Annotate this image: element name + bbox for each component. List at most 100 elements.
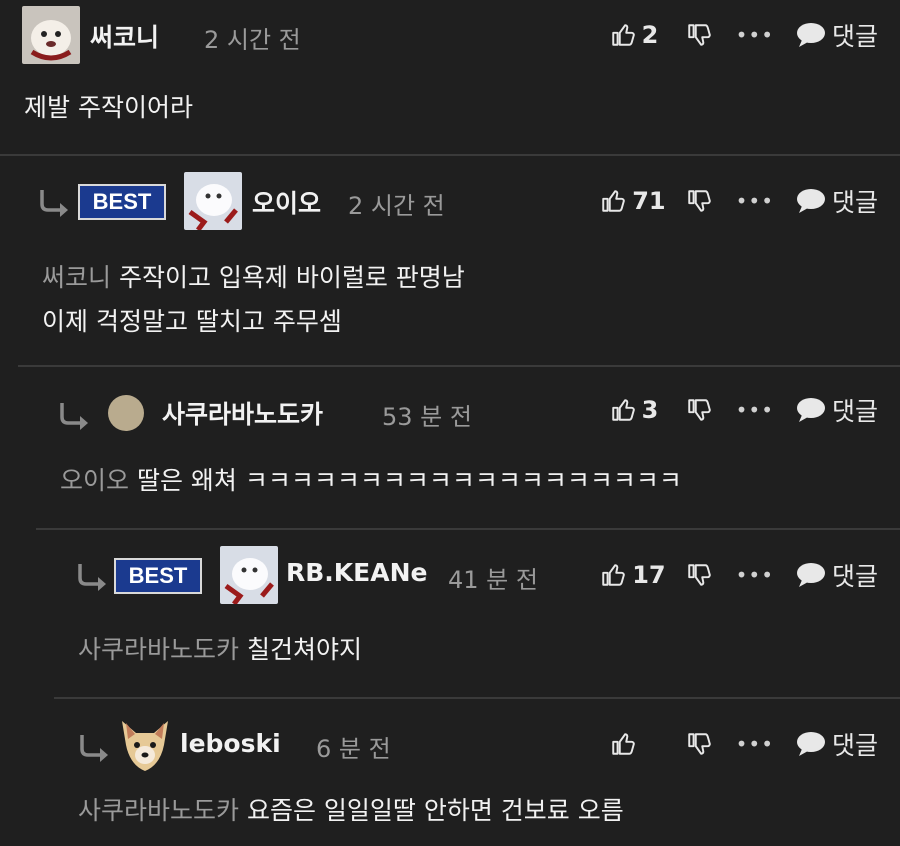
comment-body: 사쿠라바노도카 요즘은 일일일딸 안하면 건보료 오름 — [78, 789, 624, 833]
comment-header: BEST 오이오 2 시간 전 71 ••• 댓글 — [0, 166, 900, 236]
reply-label: 댓글 — [831, 397, 878, 426]
dislike-button[interactable] — [686, 188, 712, 214]
comment-header: 사쿠라바노도카 53 분 전 3 ••• 댓글 — [18, 375, 900, 445]
thumbs-down-icon — [687, 399, 711, 421]
thumbs-down-icon — [687, 733, 711, 755]
reply-button[interactable]: 댓글 — [796, 17, 878, 53]
comment-text-line: 사쿠라바노도카 요즘은 일일일딸 안하면 건보료 오름 — [78, 789, 624, 833]
comment-text: 딸은 왜쳐 ㅋㅋㅋㅋㅋㅋㅋㅋㅋㅋㅋㅋㅋㅋㅋㅋㅋㅋㅋ — [136, 466, 682, 495]
best-badge: BEST — [78, 184, 166, 220]
comment-body: 제발 주작이어라 — [24, 86, 193, 130]
speech-bubble-icon — [796, 563, 825, 587]
comment-actions: 3 ••• 댓글 — [610, 375, 878, 445]
like-button[interactable]: 3 — [610, 396, 666, 424]
dislike-button[interactable] — [686, 562, 712, 588]
speech-bubble-icon — [796, 189, 825, 213]
comment-header: leboski 6 분 전 ••• 댓글 — [54, 709, 900, 779]
mention[interactable]: 오이오 — [60, 466, 129, 495]
best-badge: BEST — [114, 558, 202, 594]
comment-text-line: 사쿠라바노도카 칠건쳐야지 — [78, 628, 362, 672]
comment-body: 오이오 딸은 왜쳐 ㅋㅋㅋㅋㅋㅋㅋㅋㅋㅋㅋㅋㅋㅋㅋㅋㅋㅋㅋ — [60, 459, 682, 503]
thumbs-up-icon — [611, 733, 635, 755]
like-count: 71 — [632, 187, 666, 215]
reply-button[interactable]: 댓글 — [796, 726, 878, 762]
comment-actions: 2 ••• 댓글 — [610, 0, 878, 70]
reply-label: 댓글 — [831, 562, 878, 591]
reply-label: 댓글 — [831, 731, 878, 760]
thumbs-up-icon — [602, 564, 625, 586]
more-options-icon[interactable]: ••• — [736, 732, 774, 756]
comment-header: BEST RB.KEANe 41 분 전 17 ••• 댓글 — [36, 540, 900, 610]
dislike-button[interactable] — [686, 22, 712, 48]
comment: BEST RB.KEANe 41 분 전 17 ••• 댓글 사쿠라바노도카 칠… — [36, 528, 900, 698]
like-button[interactable]: 71 — [600, 187, 666, 215]
comment: 써코니 2 시간 전 2 ••• 댓글 제발 주작이어라 — [0, 0, 900, 155]
timestamp: 6 분 전 — [316, 735, 391, 763]
speech-bubble-icon — [796, 732, 825, 756]
timestamp: 2 시간 전 — [348, 192, 445, 220]
thumbs-down-icon — [687, 24, 711, 46]
avatar[interactable] — [220, 546, 278, 604]
more-options-icon[interactable]: ••• — [736, 398, 774, 422]
comment: 사쿠라바노도카 53 분 전 3 ••• 댓글 오이오 딸은 왜쳐 ㅋㅋㅋㅋㅋㅋ… — [18, 365, 900, 529]
timestamp: 2 시간 전 — [204, 26, 301, 54]
comment-body: 사쿠라바노도카 칠건쳐야지 — [78, 628, 362, 672]
like-button[interactable] — [610, 731, 666, 757]
timestamp: 53 분 전 — [382, 403, 472, 431]
more-options-icon[interactable]: ••• — [736, 563, 774, 587]
reply-arrow-icon — [78, 564, 106, 591]
comment-text-line: 제발 주작이어라 — [24, 93, 193, 122]
speech-bubble-icon — [796, 23, 825, 47]
avatar[interactable] — [22, 6, 80, 64]
comment-header: 써코니 2 시간 전 2 ••• 댓글 — [0, 0, 900, 70]
comment-thread: 써코니 2 시간 전 2 ••• 댓글 제발 주작이어라 BEST 오이오 2 … — [0, 0, 900, 846]
reply-button[interactable]: 댓글 — [796, 557, 878, 593]
comment-text: 주작이고 입욕제 바이럴로 판명남 — [118, 263, 465, 292]
dislike-button[interactable] — [686, 397, 712, 423]
thumbs-down-icon — [687, 190, 711, 212]
dislike-button[interactable] — [686, 731, 712, 757]
more-options-icon[interactable]: ••• — [736, 189, 774, 213]
like-count: 2 — [641, 21, 659, 49]
comment: leboski 6 분 전 ••• 댓글 사쿠라바노도카 요즘은 일일일딸 안하… — [54, 697, 900, 846]
comment-text: 칠건쳐야지 — [246, 635, 362, 664]
comment-text: 요즘은 일일일딸 안하면 건보료 오름 — [246, 796, 624, 825]
comment: BEST 오이오 2 시간 전 71 ••• 댓글 써코니 주작이고 입욕제 바… — [0, 154, 900, 366]
comment-actions: 71 ••• 댓글 — [600, 166, 878, 236]
mention[interactable]: 사쿠라바노도카 — [78, 635, 239, 664]
avatar[interactable] — [108, 395, 144, 431]
username[interactable]: leboski — [180, 729, 281, 758]
mention[interactable]: 써코니 — [42, 263, 111, 292]
thumbs-up-icon — [602, 190, 625, 212]
like-button[interactable]: 2 — [610, 21, 666, 49]
more-options-icon[interactable]: ••• — [736, 23, 774, 47]
thumbs-up-icon — [611, 24, 635, 46]
username[interactable]: 오이오 — [252, 184, 321, 220]
username[interactable]: 사쿠라바노도카 — [162, 395, 323, 431]
mention[interactable]: 사쿠라바노도카 — [78, 796, 239, 825]
comment-actions: 17 ••• 댓글 — [600, 540, 878, 610]
reply-arrow-icon — [40, 190, 68, 217]
comment-text-line: 이제 걱정말고 딸치고 주무셈 — [42, 307, 342, 336]
like-count: 17 — [632, 561, 666, 589]
reply-button[interactable]: 댓글 — [796, 183, 878, 219]
reply-label: 댓글 — [831, 188, 878, 217]
username[interactable]: RB.KEANe — [286, 558, 427, 587]
like-count: 3 — [641, 396, 659, 424]
reply-button[interactable]: 댓글 — [796, 392, 878, 428]
reply-arrow-icon — [80, 735, 108, 762]
reply-arrow-icon — [60, 403, 88, 430]
username[interactable]: 써코니 — [90, 18, 159, 54]
speech-bubble-icon — [796, 398, 825, 422]
comment-body: 써코니 주작이고 입욕제 바이럴로 판명남 이제 걱정말고 딸치고 주무셈 — [42, 256, 465, 344]
comment-text-line: 써코니 주작이고 입욕제 바이럴로 판명남 — [42, 256, 465, 300]
thumbs-down-icon — [687, 564, 711, 586]
reply-label: 댓글 — [831, 22, 878, 51]
timestamp: 41 분 전 — [448, 566, 538, 594]
thumbs-up-icon — [611, 399, 635, 421]
comment-text-line: 오이오 딸은 왜쳐 ㅋㅋㅋㅋㅋㅋㅋㅋㅋㅋㅋㅋㅋㅋㅋㅋㅋㅋㅋ — [60, 459, 682, 503]
avatar[interactable] — [116, 715, 174, 773]
avatar[interactable] — [184, 172, 242, 230]
like-button[interactable]: 17 — [600, 561, 666, 589]
comment-actions: ••• 댓글 — [610, 709, 878, 779]
